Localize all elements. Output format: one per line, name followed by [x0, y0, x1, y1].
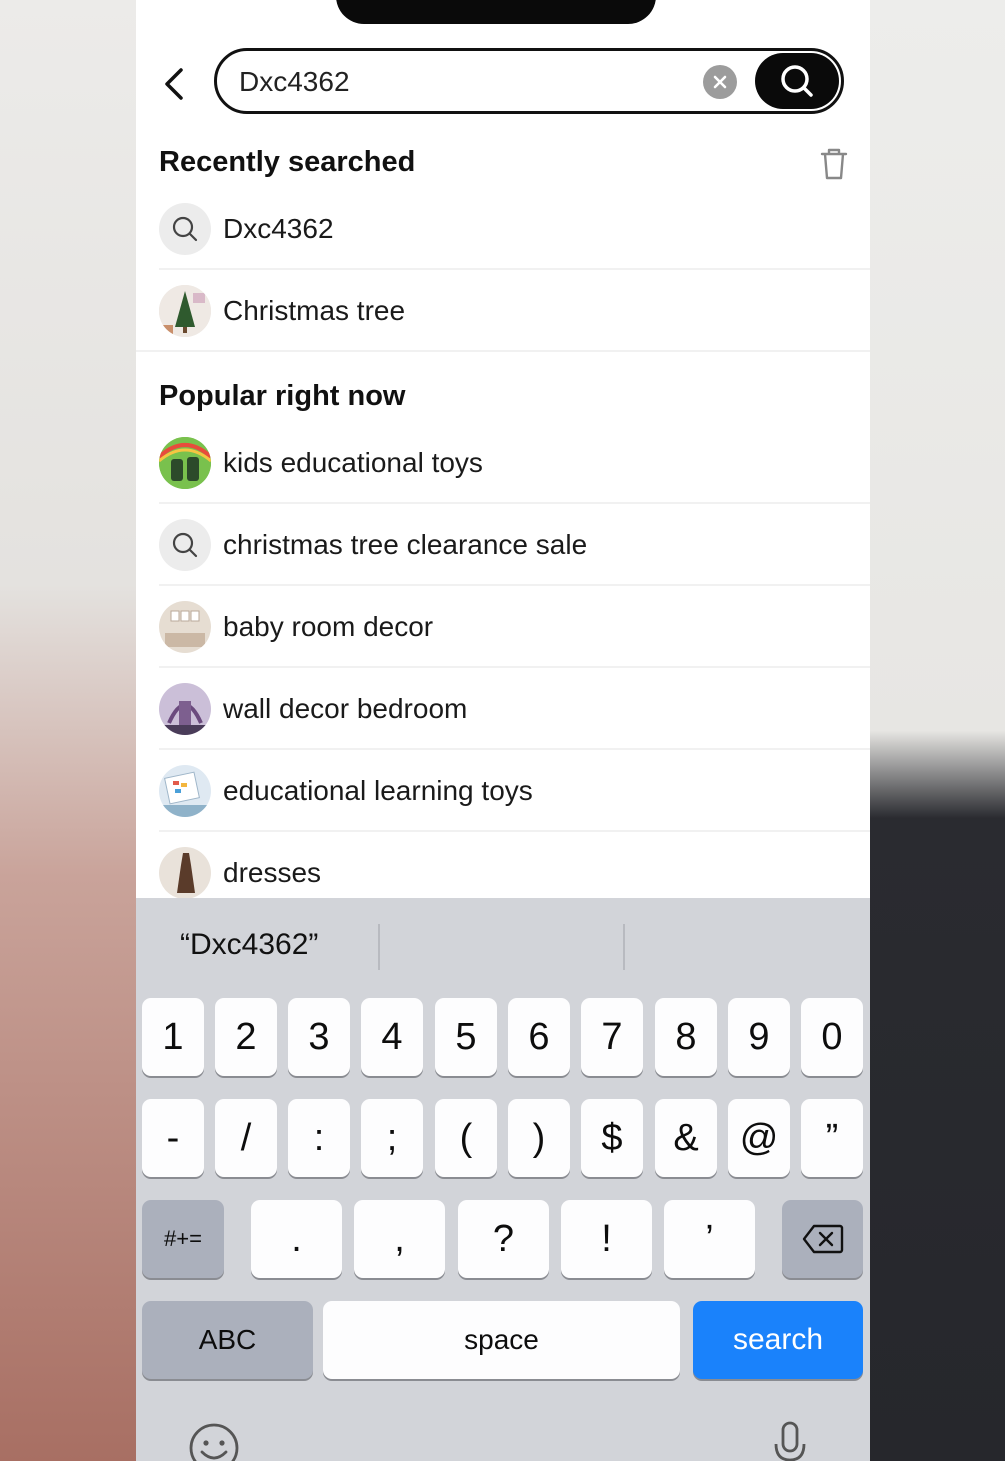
search-icon	[159, 519, 211, 571]
key-2[interactable]: 2	[215, 998, 277, 1076]
dress-image	[159, 847, 211, 899]
recent-item-label: Dxc4362	[223, 213, 334, 244]
emoji-button[interactable]	[188, 1422, 240, 1461]
key-0[interactable]: 0	[801, 998, 863, 1076]
learning-toys-image	[159, 765, 211, 817]
close-icon	[713, 75, 727, 89]
keyboard: “Dxc4362” 1 2 3 4 5 6 7 8 9 0 - / : ; ( …	[136, 898, 870, 1461]
popular-title: Popular right now	[159, 380, 406, 412]
wall-decor-image	[159, 683, 211, 735]
key-5[interactable]: 5	[435, 998, 497, 1076]
recent-item-dxc4362[interactable]: Dxc4362	[159, 188, 870, 270]
popular-item-wall-decor-bedroom[interactable]: wall decor bedroom	[159, 668, 870, 750]
phone-screen: Recently searched Dxc4362 Christmas tree…	[136, 0, 870, 1461]
toys-image	[159, 437, 211, 489]
popular-item-label: educational learning toys	[223, 775, 533, 806]
search-input[interactable]	[237, 51, 681, 113]
search-icon	[781, 65, 813, 97]
key-hyphen[interactable]: -	[142, 1099, 204, 1177]
popular-item-kids-educational-toys[interactable]: kids educational toys	[159, 422, 870, 504]
key-period[interactable]: .	[251, 1200, 342, 1278]
key-search[interactable]: search	[693, 1301, 863, 1379]
emoji-icon	[189, 1423, 239, 1461]
key-more-symbols[interactable]: #+=	[142, 1200, 224, 1278]
dictation-button[interactable]	[772, 1420, 808, 1461]
popular-item-label: dresses	[223, 857, 322, 888]
microphone-icon	[774, 1421, 806, 1461]
popular-item-label: baby room decor	[223, 611, 434, 642]
christmas-tree-image	[159, 285, 211, 337]
key-space[interactable]: space	[323, 1301, 680, 1379]
suggestion-item[interactable]: “Dxc4362”	[180, 928, 318, 962]
key-4[interactable]: 4	[361, 998, 423, 1076]
key-open-paren[interactable]: (	[435, 1099, 497, 1177]
recent-item-label: Christmas tree	[223, 295, 406, 326]
key-6[interactable]: 6	[508, 998, 570, 1076]
background-left	[0, 0, 136, 1461]
key-9[interactable]: 9	[728, 998, 790, 1076]
popular-item-label: wall decor bedroom	[223, 693, 468, 724]
key-8[interactable]: 8	[655, 998, 717, 1076]
key-1[interactable]: 1	[142, 998, 204, 1076]
popular-item-label: kids educational toys	[223, 447, 483, 478]
search-button[interactable]	[755, 53, 839, 109]
backspace-icon	[802, 1224, 843, 1254]
key-7[interactable]: 7	[581, 998, 643, 1076]
key-abc[interactable]: ABC	[142, 1301, 313, 1379]
trash-icon	[820, 148, 848, 180]
key-question[interactable]: ?	[458, 1200, 549, 1278]
key-semicolon[interactable]: ;	[361, 1099, 423, 1177]
key-comma[interactable]: ,	[354, 1200, 445, 1278]
clear-search-button[interactable]	[703, 65, 737, 99]
key-slash[interactable]: /	[215, 1099, 277, 1177]
key-at[interactable]: @	[728, 1099, 790, 1177]
back-button[interactable]	[156, 64, 192, 104]
search-box	[214, 48, 844, 114]
recent-title: Recently searched	[159, 146, 416, 178]
key-quote[interactable]: ”	[801, 1099, 863, 1177]
section-divider	[136, 350, 870, 352]
search-icon	[159, 203, 211, 255]
suggestion-bar: “Dxc4362”	[136, 898, 870, 994]
chevron-left-icon	[165, 68, 183, 100]
key-apostrophe[interactable]: ’	[664, 1200, 755, 1278]
delete-key[interactable]	[782, 1200, 863, 1278]
popular-item-christmas-tree-clearance-sale[interactable]: christmas tree clearance sale	[159, 504, 870, 586]
key-close-paren[interactable]: )	[508, 1099, 570, 1177]
popular-item-educational-learning-toys[interactable]: educational learning toys	[159, 750, 870, 832]
key-exclamation[interactable]: !	[561, 1200, 652, 1278]
popular-item-label: christmas tree clearance sale	[223, 529, 588, 560]
clear-history-button[interactable]	[818, 147, 850, 181]
key-ampersand[interactable]: &	[655, 1099, 717, 1177]
room-image	[159, 601, 211, 653]
background-right	[869, 0, 1005, 1461]
dynamic-island	[336, 0, 656, 24]
popular-item-baby-room-decor[interactable]: baby room decor	[159, 586, 870, 668]
key-3[interactable]: 3	[288, 998, 350, 1076]
search-bar-row	[136, 48, 870, 120]
key-dollar[interactable]: $	[581, 1099, 643, 1177]
key-colon[interactable]: :	[288, 1099, 350, 1177]
recent-item-christmas-tree[interactable]: Christmas tree	[159, 270, 870, 352]
